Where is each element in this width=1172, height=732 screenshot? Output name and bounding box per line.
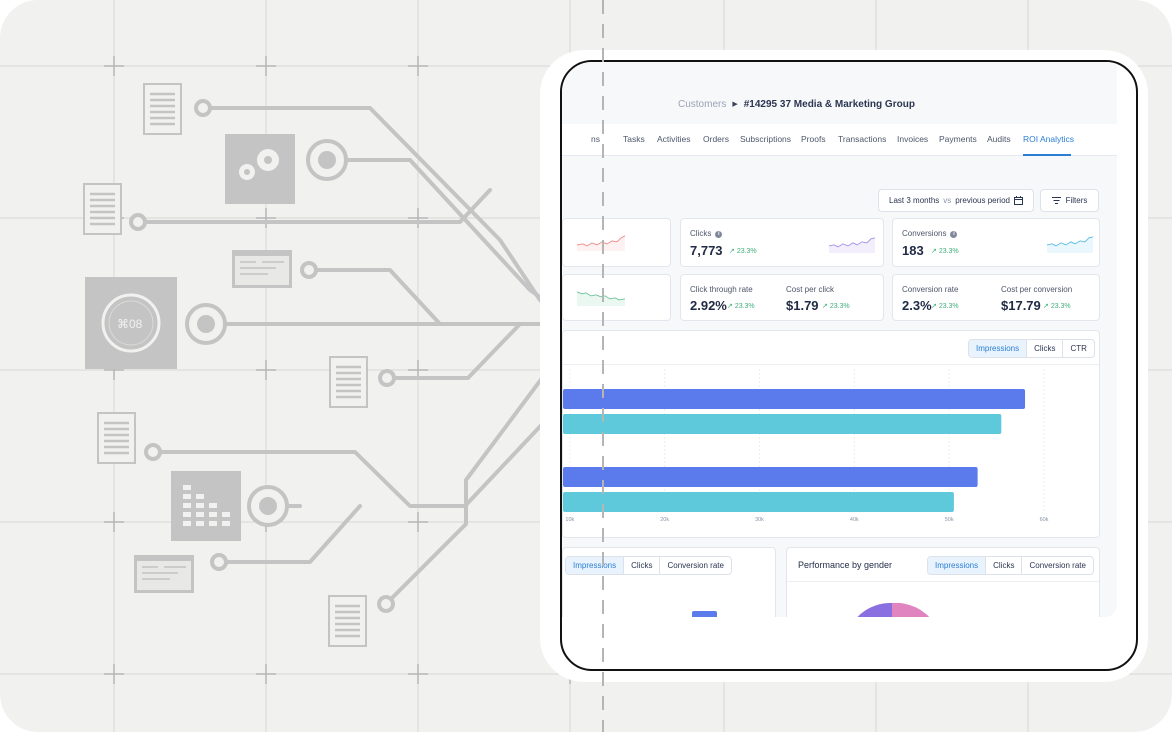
cost-per-conv-label: Cost per conversion bbox=[1001, 285, 1073, 294]
period-compare: previous period bbox=[955, 196, 1010, 205]
breadcrumb: Customers ▶ #14295 37 Media & Marketing … bbox=[678, 96, 915, 112]
conv-rate-value: 2.3% bbox=[902, 298, 932, 313]
tab-subscriptions[interactable]: Subscriptions bbox=[740, 134, 791, 144]
filter-icon bbox=[1051, 197, 1061, 204]
cpc-label: Cost per click bbox=[786, 285, 835, 294]
metric-card-ctr-cpc: Click through rate 2.92% ↗ 23.3% Cost pe… bbox=[680, 274, 884, 321]
sparkline-green bbox=[577, 291, 625, 306]
metric-card-clicks: Clicks i 7,773 ↗ 23.3% bbox=[680, 218, 884, 267]
tab-orders[interactable]: Orders bbox=[703, 134, 729, 144]
bar[interactable] bbox=[563, 414, 1002, 434]
circuit-node-cores bbox=[197, 151, 589, 515]
toggle-impressions[interactable]: Impressions bbox=[566, 557, 625, 574]
left-card-toggle: Impressions Clicks Conversion rate bbox=[565, 556, 732, 575]
dashed-divider bbox=[602, 0, 604, 732]
stage: ⌘08 Customers ▶ #14295 37 Media & Market… bbox=[0, 0, 1172, 732]
filters-label: Filters bbox=[1065, 196, 1088, 205]
toggle-conversion-rate[interactable]: Conversion rate bbox=[1022, 557, 1092, 574]
sparkline-purple bbox=[829, 237, 875, 253]
info-icon: i bbox=[715, 231, 723, 238]
x-tick-label: 50k bbox=[945, 517, 954, 523]
pie-slice-a bbox=[857, 603, 892, 617]
x-tick-label: 30k bbox=[755, 517, 764, 523]
clicks-value: 7,773 bbox=[690, 243, 723, 258]
gender-pie-chart bbox=[857, 603, 930, 617]
main-chart-toggle: Impressions Clicks CTR bbox=[968, 339, 1095, 358]
performance-by-gender-card: Performance by gender Impressions Clicks… bbox=[786, 547, 1100, 617]
conversions-label: Conversions i bbox=[902, 229, 958, 238]
table-icon bbox=[171, 471, 241, 541]
period-main: Last 3 months bbox=[889, 196, 940, 205]
period-vs: vs bbox=[943, 196, 952, 205]
bar[interactable] bbox=[563, 389, 1026, 409]
x-tick-label: 60k bbox=[1040, 517, 1049, 523]
device-screen: Customers ▶ #14295 37 Media & Marketing … bbox=[560, 60, 1138, 671]
x-tick-label: 40k bbox=[850, 517, 859, 523]
tab-roi-analytics[interactable]: ROI Analytics bbox=[1023, 134, 1074, 144]
tab-payments[interactable]: Payments bbox=[939, 134, 977, 144]
ctr-value: 2.92% bbox=[690, 298, 727, 313]
conv-rate-change: ↗ 23.3% bbox=[931, 303, 959, 310]
conversions-change: ↗ 23.3% bbox=[931, 248, 959, 255]
toggle-impressions[interactable]: Impressions bbox=[928, 557, 987, 574]
sparkline-red bbox=[577, 235, 625, 251]
tab-activities[interactable]: Activities bbox=[657, 134, 691, 144]
sparkline-blue bbox=[1047, 236, 1093, 253]
tab-bar: ns Tasks Activities Orders Subscriptions… bbox=[562, 124, 1117, 156]
cpc-value: $1.79 bbox=[786, 298, 819, 313]
dashboard: Customers ▶ #14295 37 Media & Marketing … bbox=[562, 62, 1117, 617]
conversions-value: 183 bbox=[902, 243, 924, 258]
gear-icon bbox=[225, 134, 295, 204]
pie-slice-b bbox=[892, 603, 930, 617]
ctr-change: ↗ 23.3% bbox=[727, 303, 755, 310]
metric-card-conversions: Conversions i 183 ↗ 23.3% bbox=[892, 218, 1100, 267]
tab-partial[interactable]: ns bbox=[591, 134, 600, 144]
cost-per-conv-change: ↗ 23.3% bbox=[1043, 303, 1071, 310]
metric-card-partial-2 bbox=[562, 274, 671, 321]
x-tick-label: 10k bbox=[565, 517, 574, 523]
impressions-bar-chart-card: Impressions Clicks CTR 10k 20k 30k 40k 50k 60… bbox=[562, 330, 1100, 538]
clicks-change: ↗ 23.3% bbox=[729, 248, 757, 255]
info-icon: i bbox=[950, 231, 958, 238]
tab-transactions[interactable]: Transactions bbox=[838, 134, 886, 144]
breadcrumb-current: #14295 37 Media & Marketing Group bbox=[743, 98, 915, 110]
metric-card-conversion-rates: Conversion rate 2.3% ↗ 23.3% Cost per co… bbox=[892, 274, 1100, 321]
gender-card-title: Performance by gender bbox=[798, 560, 893, 570]
bar[interactable] bbox=[563, 467, 978, 487]
mini-bar bbox=[692, 611, 717, 617]
toggle-clicks[interactable]: Clicks bbox=[624, 557, 661, 574]
breadcrumb-arrow-icon: ▶ bbox=[732, 101, 738, 108]
breadcrumb-root[interactable]: Customers bbox=[678, 99, 726, 110]
calendar-icon bbox=[1013, 196, 1023, 205]
filters-button[interactable]: Filters bbox=[1040, 189, 1099, 212]
bar[interactable] bbox=[563, 492, 954, 512]
dial-text: ⌘08 bbox=[117, 317, 143, 331]
gender-header-divider bbox=[787, 581, 1099, 582]
clicks-label: Clicks i bbox=[690, 229, 723, 238]
cost-per-conv-value: $17.79 bbox=[1001, 298, 1041, 313]
toggle-ctr[interactable]: CTR bbox=[1063, 340, 1093, 357]
tab-audits[interactable]: Audits bbox=[987, 134, 1011, 144]
toggle-clicks[interactable]: Clicks bbox=[1027, 340, 1064, 357]
gender-card-toggle: Impressions Clicks Conversion rate bbox=[927, 556, 1094, 575]
conv-rate-label: Conversion rate bbox=[902, 285, 959, 294]
period-selector[interactable]: Last 3 months vs previous period bbox=[878, 189, 1034, 212]
toggle-impressions[interactable]: Impressions bbox=[969, 340, 1028, 357]
tab-tasks[interactable]: Tasks bbox=[623, 134, 645, 144]
active-tab-indicator bbox=[1023, 154, 1071, 156]
x-tick-label: 20k bbox=[660, 517, 669, 523]
tab-invoices[interactable]: Invoices bbox=[897, 134, 928, 144]
metric-card-partial bbox=[562, 218, 671, 267]
bar-chart: 10k 20k 30k 40k 50k 60k bbox=[563, 369, 1049, 523]
performance-card-left: Impressions Clicks Conversion rate bbox=[562, 547, 776, 617]
toggle-clicks[interactable]: Clicks bbox=[986, 557, 1023, 574]
cpc-change: ↗ 23.3% bbox=[822, 303, 850, 310]
tab-proofs[interactable]: Proofs bbox=[801, 134, 826, 144]
toggle-conversion-rate[interactable]: Conversion rate bbox=[660, 557, 730, 574]
ctr-label: Click through rate bbox=[690, 285, 753, 294]
